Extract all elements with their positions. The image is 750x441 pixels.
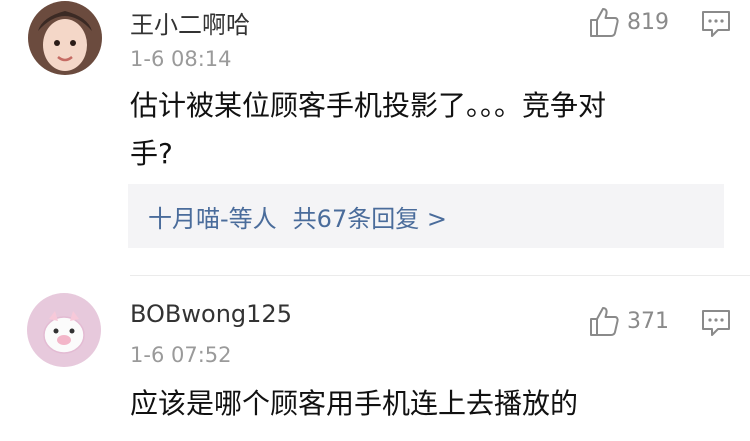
timestamp: 1-6 07:52 <box>130 343 232 367</box>
timestamp: 1-6 08:14 <box>130 47 232 71</box>
comment-text: 估计被某位顾客手机投影了。。。竞争对 手? <box>130 82 690 178</box>
avatar[interactable] <box>28 1 102 75</box>
comment-text-line: 应该是哪个顾客用手机连上去播放的 <box>130 387 579 420</box>
reply-authors[interactable]: 十月喵-等人 <box>148 199 277 234</box>
username[interactable]: BOBwong125 <box>130 300 292 328</box>
reply-comment-icon[interactable] <box>700 308 732 338</box>
like-count: 819 <box>627 9 669 35</box>
comment-text-line: 估计被某位顾客手机投影了。。。竞争对 <box>130 89 607 122</box>
like-button[interactable]: 371 <box>587 303 677 339</box>
comment-text-line: 手? <box>130 137 173 170</box>
username[interactable]: 王小二啊哈 <box>130 5 250 40</box>
thumbs-up-icon <box>590 307 619 336</box>
avatar[interactable] <box>27 293 101 367</box>
comment-text: 应该是哪个顾客用手机连上去播放的 <box>130 380 690 428</box>
thumbs-up-icon <box>590 8 619 37</box>
reply-comment-icon[interactable] <box>700 9 732 39</box>
comment-item: 王小二啊哈 1-6 08:14 819 估计被某位顾客手机投影了。。。竞争对 手… <box>0 0 750 275</box>
reply-count-link[interactable]: 共67条回复 > <box>293 199 447 234</box>
like-count: 371 <box>627 308 669 334</box>
like-button[interactable]: 819 <box>587 4 677 40</box>
replies-preview[interactable]: 十月喵-等人 共67条回复 > <box>128 184 724 248</box>
comment-item: BOBwong125 1-6 07:52 371 应该是哪个顾客用手机连上去播放… <box>0 276 750 441</box>
